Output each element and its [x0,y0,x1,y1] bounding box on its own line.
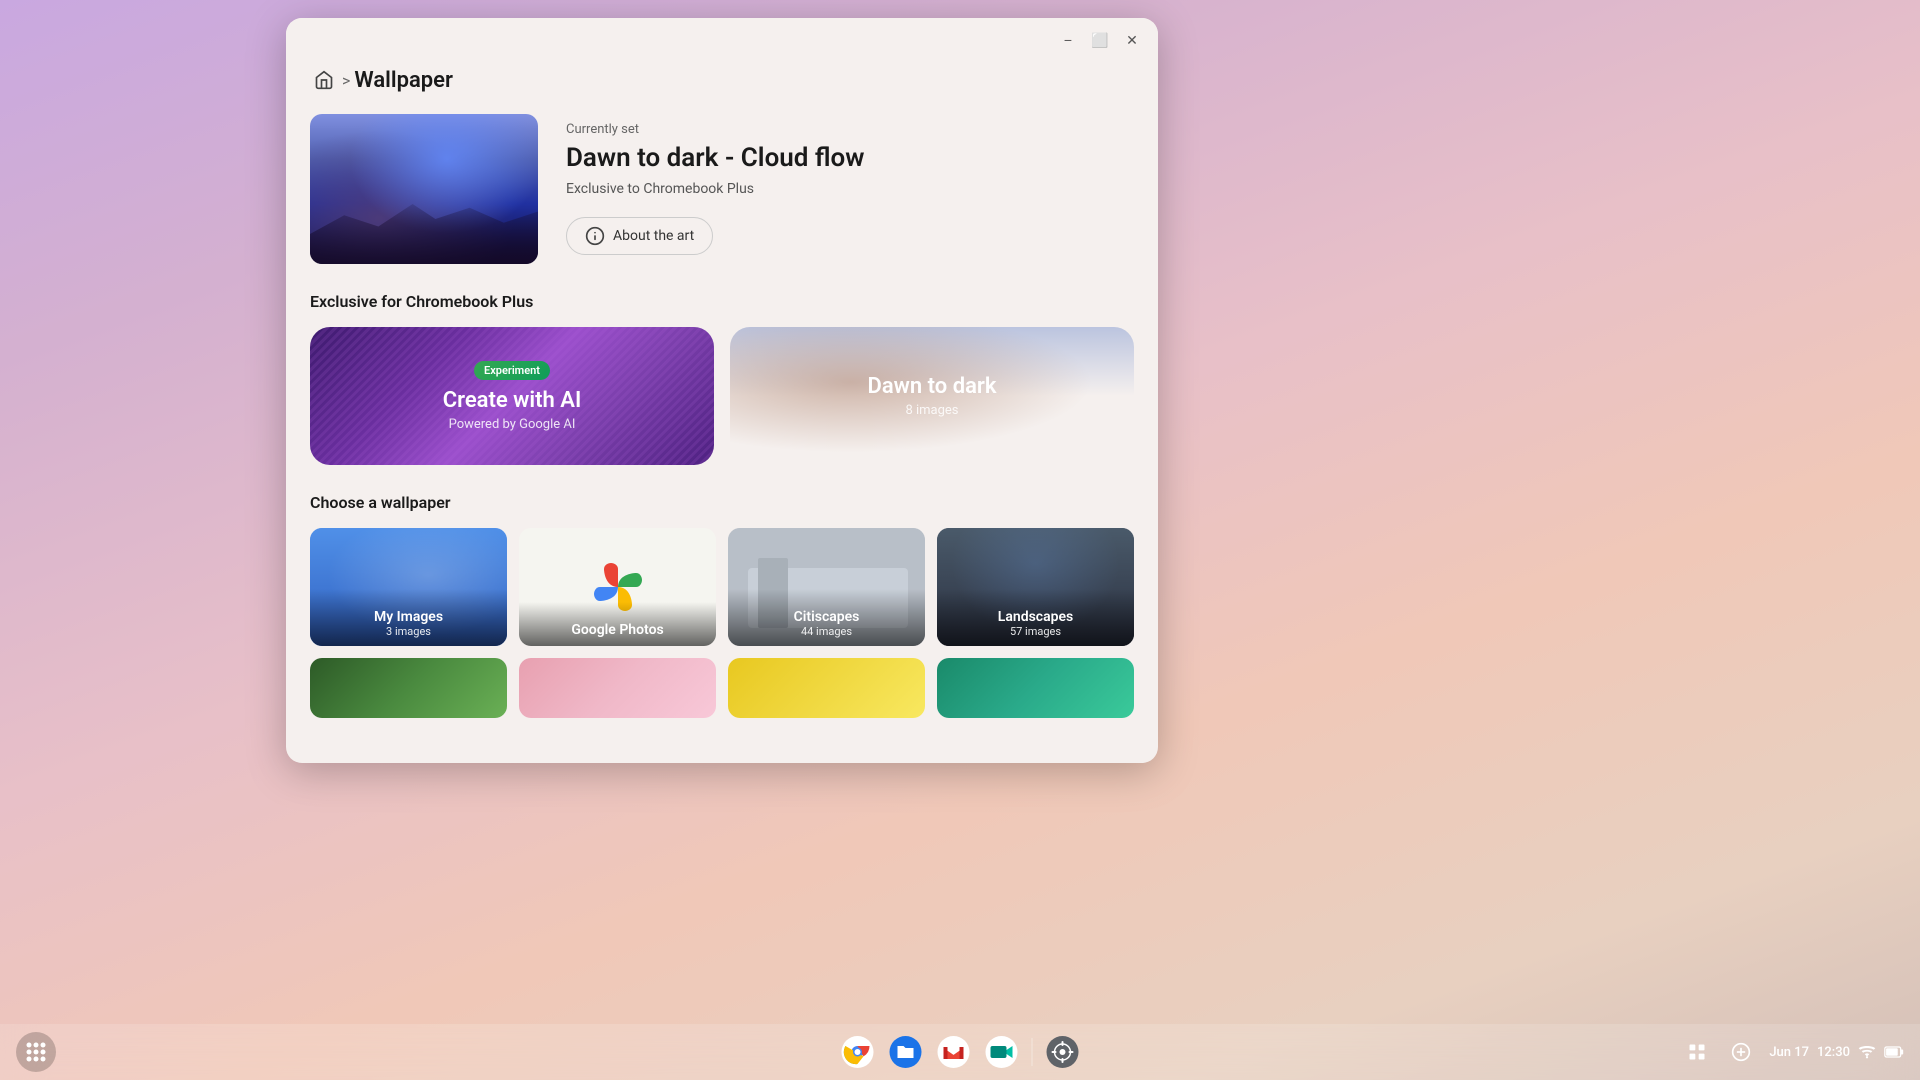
choose-wallpaper-title: Choose a wallpaper [310,493,1134,512]
my-images-tile[interactable]: My Images 3 images [310,528,507,646]
experiment-badge: Experiment [474,361,550,380]
citiscapes-count: 44 images [738,625,915,638]
landscapes-name: Landscapes [947,609,1124,625]
taskbar-chrome[interactable] [836,1030,880,1074]
taskbar-right: Jun 17 12:30 [1681,1036,1904,1068]
partial-tile-4[interactable] [937,658,1134,718]
landscapes-count: 57 images [947,625,1124,638]
window-content: > Wallpaper Currently set Dawn to dark -… [286,62,1158,763]
my-images-count: 3 images [320,625,497,638]
partial-wallpaper-row [310,658,1134,718]
close-button[interactable]: ✕ [1118,26,1146,54]
google-photos-label: Google Photos [519,602,716,646]
taskbar-wallpaper-app[interactable] [1041,1030,1085,1074]
citiscapes-name: Citiscapes [738,609,915,625]
taskbar-gmail[interactable] [932,1030,976,1074]
battery-icon [1884,1045,1904,1059]
ai-card-title: Create with AI [443,388,582,413]
featured-grid: Experiment Create with AI Powered by Goo… [310,327,1134,465]
wallpaper-window: − ⬜ ✕ > Wallpaper Currently set Dawn to … [286,18,1158,763]
status-area[interactable]: Jun 17 12:30 [1769,1043,1904,1061]
taskbar: Jun 17 12:30 [0,1024,1920,1080]
google-photos-tile[interactable]: Google Photos [519,528,716,646]
citiscapes-tile[interactable]: Citiscapes 44 images [728,528,925,646]
breadcrumb: > Wallpaper [310,66,1134,94]
landscapes-tile[interactable]: Landscapes 57 images [937,528,1134,646]
wallpaper-info: Currently set Dawn to dark - Cloud flow … [566,114,1134,255]
date-display: Jun 17 [1769,1045,1809,1060]
partial-tile-3[interactable] [728,658,925,718]
google-photos-name: Google Photos [529,622,706,638]
partial-tile-1[interactable] [310,658,507,718]
taskbar-files[interactable] [884,1030,928,1074]
maximize-button[interactable]: ⬜ [1086,26,1114,54]
taskbar-divider [1032,1038,1033,1066]
window-titlebar: − ⬜ ✕ [286,18,1158,62]
taskbar-meet[interactable] [980,1030,1024,1074]
citiscapes-label: Citiscapes 44 images [728,589,925,646]
chromebook-plus-section: Exclusive for Chromebook Plus Experiment… [310,292,1134,465]
my-images-name: My Images [320,609,497,625]
create-with-ai-card[interactable]: Experiment Create with AI Powered by Goo… [310,327,714,465]
wallpaper-grid: My Images 3 images [310,528,1134,646]
time-display: 12:30 [1817,1045,1850,1060]
wallpaper-preview-image[interactable] [310,114,538,264]
my-images-label: My Images 3 images [310,589,507,646]
dawn-card-subtitle: 8 images [905,403,958,418]
taskbar-center [836,1030,1085,1074]
dawn-card-content: Dawn to dark 8 images [730,327,1134,465]
partial-tile-2[interactable] [519,658,716,718]
minimize-button[interactable]: − [1054,26,1082,54]
chromebook-plus-title: Exclusive for Chromebook Plus [310,292,1134,311]
notification-icon[interactable] [1681,1036,1713,1068]
about-art-button[interactable]: About the art [566,217,713,255]
launcher-button[interactable] [16,1032,56,1072]
plus-icon[interactable] [1725,1036,1757,1068]
dawn-card-title: Dawn to dark [868,374,997,399]
taskbar-left [16,1032,56,1072]
breadcrumb-current: Wallpaper [354,68,453,93]
current-wallpaper-section: Currently set Dawn to dark - Cloud flow … [310,114,1134,264]
about-art-label: About the art [613,228,694,244]
wallpaper-name: Dawn to dark - Cloud flow [566,143,1134,173]
wifi-icon [1858,1043,1876,1061]
choose-wallpaper-section: Choose a wallpaper My Images 3 images [310,493,1134,718]
currently-set-label: Currently set [566,122,1134,137]
home-icon[interactable] [310,66,338,94]
wallpaper-exclusive-label: Exclusive to Chromebook Plus [566,181,1134,197]
ai-card-subtitle: Powered by Google AI [449,417,576,432]
dawn-to-dark-card[interactable]: Dawn to dark 8 images [730,327,1134,465]
landscapes-label: Landscapes 57 images [937,589,1134,646]
breadcrumb-arrow: > [342,71,350,90]
ai-card-content: Experiment Create with AI Powered by Goo… [310,327,714,465]
